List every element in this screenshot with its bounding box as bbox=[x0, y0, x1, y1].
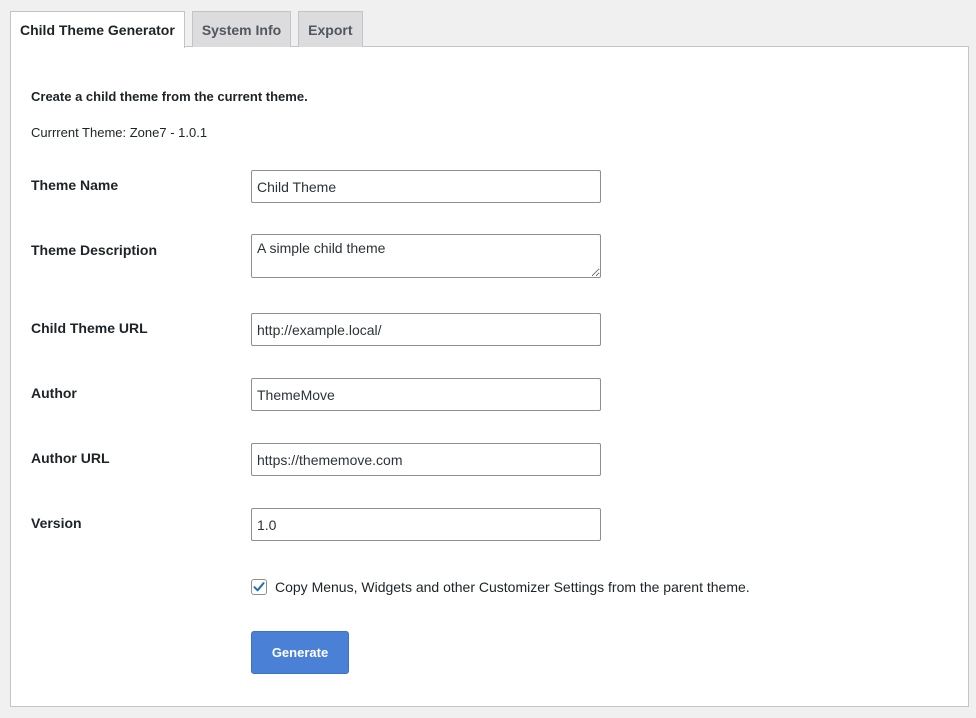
current-theme-text: Currrent Theme: Zone7 - 1.0.1 bbox=[31, 125, 208, 140]
author-input[interactable] bbox=[251, 378, 601, 411]
theme-name-label: Theme Name bbox=[31, 177, 119, 193]
generator-panel: Create a child theme from the current th… bbox=[10, 46, 969, 707]
tab-system-info[interactable]: System Info bbox=[191, 11, 292, 47]
checkmark-icon bbox=[253, 582, 265, 592]
child-theme-url-input[interactable] bbox=[251, 313, 601, 346]
version-input[interactable] bbox=[251, 508, 601, 541]
copy-settings-checkbox[interactable] bbox=[251, 579, 267, 595]
theme-description-label: Theme Description bbox=[31, 242, 158, 258]
theme-name-input[interactable] bbox=[251, 170, 601, 203]
author-url-label: Author URL bbox=[31, 450, 110, 466]
author-url-input[interactable] bbox=[251, 443, 601, 476]
tab-export[interactable]: Export bbox=[298, 11, 363, 47]
author-label: Author bbox=[31, 385, 77, 401]
theme-description-textarea[interactable]: A simple child theme bbox=[251, 234, 601, 278]
copy-settings-label[interactable]: Copy Menus, Widgets and other Customizer… bbox=[275, 579, 750, 595]
version-label: Version bbox=[31, 515, 82, 531]
child-theme-url-label: Child Theme URL bbox=[31, 320, 148, 336]
intro-text: Create a child theme from the current th… bbox=[31, 89, 308, 104]
generate-button[interactable]: Generate bbox=[251, 631, 349, 674]
tab-child-theme-generator[interactable]: Child Theme Generator bbox=[10, 11, 185, 48]
tab-bar: Child Theme Generator System Info Export bbox=[10, 11, 363, 48]
copy-settings-row: Copy Menus, Widgets and other Customizer… bbox=[251, 579, 750, 595]
